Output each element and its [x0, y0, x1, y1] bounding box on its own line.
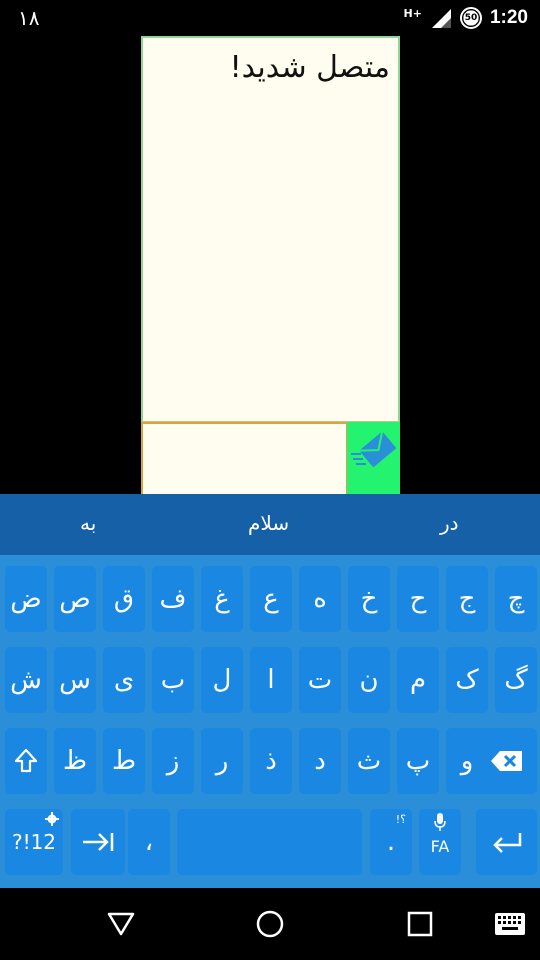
key[interactable]: ن	[348, 647, 390, 713]
battery-icon: 50	[459, 7, 482, 29]
key[interactable]: ی	[103, 647, 145, 713]
key[interactable]: س	[54, 647, 96, 713]
keyboard-switch-icon	[495, 913, 525, 935]
status-left-text: ۱۸	[18, 6, 40, 30]
comma-key[interactable]: ،	[128, 809, 170, 875]
language-key[interactable]: FA	[419, 809, 461, 875]
key[interactable]: ب	[152, 647, 194, 713]
envelope-send-icon	[350, 431, 396, 468]
key[interactable]: ح	[397, 566, 439, 632]
key[interactable]: ص	[54, 566, 96, 632]
language-label: FA	[430, 836, 450, 856]
key[interactable]: ط	[103, 728, 145, 794]
key[interactable]: ف	[152, 566, 194, 632]
settings-icon	[45, 812, 59, 826]
home-icon	[256, 910, 284, 938]
key[interactable]: م	[397, 647, 439, 713]
recents-icon	[407, 911, 433, 937]
key[interactable]: ه	[299, 566, 341, 632]
backspace-key[interactable]	[476, 728, 537, 794]
enter-key[interactable]	[476, 809, 537, 875]
key[interactable]: ش	[5, 647, 47, 713]
clock: 1:20	[489, 7, 528, 28]
chat-message: متصل شدید!	[229, 50, 390, 85]
key[interactable]: پ	[397, 728, 439, 794]
key[interactable]: غ	[201, 566, 243, 632]
key[interactable]: ظ	[54, 728, 96, 794]
signal-icon	[431, 9, 451, 28]
backspace-icon	[490, 751, 522, 771]
soft-keyboard: به سلام در ض ص ق ف غ ع ه خ ح ج چ ش س ی ب…	[0, 494, 540, 888]
send-button[interactable]	[347, 422, 400, 496]
message-input[interactable]	[141, 422, 348, 496]
status-icons: H+ 50 1:20	[404, 5, 528, 31]
key[interactable]: ث	[348, 728, 390, 794]
key[interactable]: ع	[250, 566, 292, 632]
back-button[interactable]	[101, 906, 141, 942]
key[interactable]: ض	[5, 566, 47, 632]
status-bar: ۱۸ H+ 50 1:20	[0, 0, 540, 36]
key[interactable]: ک	[446, 647, 488, 713]
key[interactable]: ر	[201, 728, 243, 794]
navigation-bar	[0, 888, 540, 960]
suggestion-1[interactable]: به	[80, 511, 96, 535]
key[interactable]: ل	[201, 647, 243, 713]
recents-button[interactable]	[400, 906, 440, 942]
enter-icon	[492, 833, 521, 853]
symbols-label: ?!12	[11, 830, 57, 854]
network-type: H+	[403, 6, 422, 20]
chat-panel: متصل شدید!	[141, 36, 400, 423]
key[interactable]: د	[299, 728, 341, 794]
battery-level: 50	[464, 13, 478, 23]
suggestion-3[interactable]: در	[440, 511, 459, 535]
back-icon	[107, 912, 135, 936]
key[interactable]: ت	[299, 647, 341, 713]
suggestion-bar: به سلام در	[0, 494, 540, 555]
keyboard-switch-button[interactable]	[490, 906, 530, 942]
period-key[interactable]: . !؟	[370, 809, 412, 875]
tab-icon	[83, 833, 114, 851]
key[interactable]: چ	[495, 566, 537, 632]
key[interactable]: گ	[495, 647, 537, 713]
key[interactable]: ز	[152, 728, 194, 794]
tab-key[interactable]	[71, 809, 125, 875]
period-label: .	[386, 827, 396, 857]
suggestion-2[interactable]: سلام	[248, 511, 289, 535]
space-key[interactable]	[177, 809, 362, 875]
home-button[interactable]	[250, 906, 290, 942]
key[interactable]: ج	[446, 566, 488, 632]
key[interactable]: ذ	[250, 728, 292, 794]
shift-icon	[14, 748, 38, 773]
key[interactable]: ا	[250, 647, 292, 713]
key[interactable]: خ	[348, 566, 390, 632]
key[interactable]: ق	[103, 566, 145, 632]
symbols-key[interactable]: ?!12	[5, 809, 63, 875]
period-hint: !؟	[395, 813, 406, 826]
mic-icon	[434, 813, 446, 831]
shift-key[interactable]	[5, 728, 47, 794]
